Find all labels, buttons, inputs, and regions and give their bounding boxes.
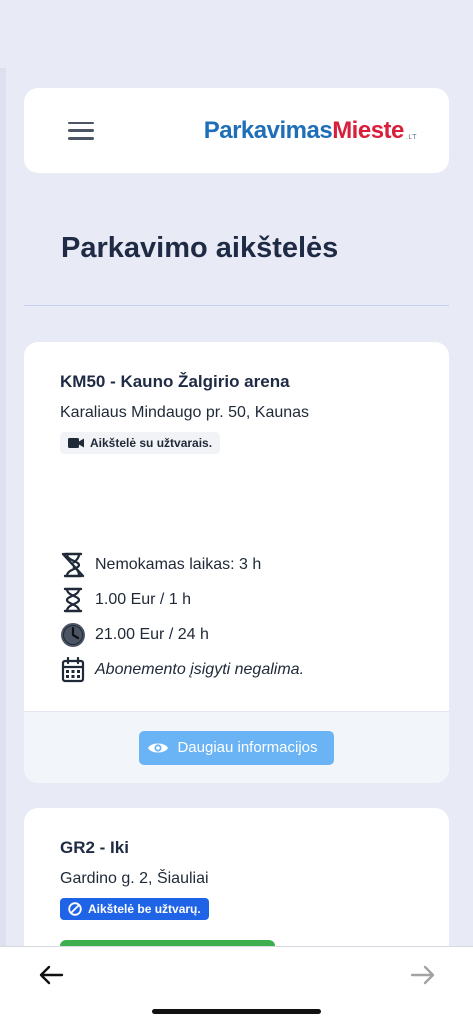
info-hourly: 1.00 Eur / 1 h bbox=[60, 582, 304, 617]
no-entry-icon bbox=[68, 902, 82, 916]
page-title: Parkavimo aikštelės bbox=[61, 232, 339, 264]
subscription-text: Abonemento įsigyti negalima. bbox=[95, 660, 305, 678]
lot-title: GR2 - Iki bbox=[60, 838, 129, 857]
lot-title: KM50 - Kauno Žalgirio arena bbox=[60, 372, 290, 391]
arrow-right-icon bbox=[410, 965, 435, 985]
info-free-time: Nemokamas laikas: 3 h bbox=[60, 547, 304, 582]
calendar-icon bbox=[60, 656, 86, 683]
logo-part-3: .LT bbox=[405, 133, 417, 141]
home-indicator bbox=[152, 1009, 321, 1014]
background-strip bbox=[0, 68, 6, 948]
hourglass-off-icon bbox=[60, 552, 86, 578]
hourly-price-text: 1.00 Eur / 1 h bbox=[95, 590, 192, 608]
barrier-badge: Aikštelė su užtvarais. bbox=[60, 432, 221, 454]
more-info-label: Daugiau informacijos bbox=[177, 739, 318, 756]
lot-address: Karaliaus Mindaugo pr. 50, Kaunas bbox=[60, 404, 310, 421]
parking-lot-card: KM50 - Kauno Žalgirio arena Karaliaus Mi… bbox=[24, 342, 449, 783]
hourglass-icon bbox=[60, 587, 86, 613]
badge-label: Aikštelė su užtvarais. bbox=[90, 436, 213, 450]
more-info-button[interactable]: Daugiau informacijos bbox=[139, 730, 334, 765]
arrow-left-icon bbox=[39, 965, 64, 985]
logo[interactable]: Parkavimas Mieste .LT bbox=[204, 117, 417, 145]
video-camera-icon bbox=[68, 438, 84, 448]
info-daily: 21.00 Eur / 24 h bbox=[60, 617, 304, 652]
back-button[interactable] bbox=[36, 963, 66, 987]
lot-info-list: Nemokamas laikas: 3 h 1.00 Eur / 1 h 21.… bbox=[60, 547, 304, 687]
clock-icon bbox=[60, 622, 86, 648]
card-footer: Daugiau informacijos bbox=[24, 711, 449, 783]
browser-bottom-bar bbox=[0, 946, 473, 1024]
eye-icon bbox=[148, 743, 169, 752]
divider bbox=[24, 305, 449, 306]
badge-label: Aikštelė be užtvarų. bbox=[88, 902, 201, 916]
info-subscription: Abonemento įsigyti negalima. bbox=[60, 652, 304, 687]
daily-price-text: 21.00 Eur / 24 h bbox=[95, 625, 209, 643]
logo-part-1: Parkavimas bbox=[203, 116, 333, 144]
lot-address: Gardino g. 2, Šiauliai bbox=[60, 870, 209, 887]
logo-part-2: Mieste bbox=[332, 116, 404, 144]
app-header: Parkavimas Mieste .LT bbox=[24, 88, 449, 173]
free-time-text: Nemokamas laikas: 3 h bbox=[95, 555, 262, 573]
hamburger-icon[interactable] bbox=[68, 121, 94, 140]
no-barrier-badge: Aikštelė be užtvarų. bbox=[60, 898, 209, 920]
forward-button[interactable] bbox=[408, 963, 438, 987]
